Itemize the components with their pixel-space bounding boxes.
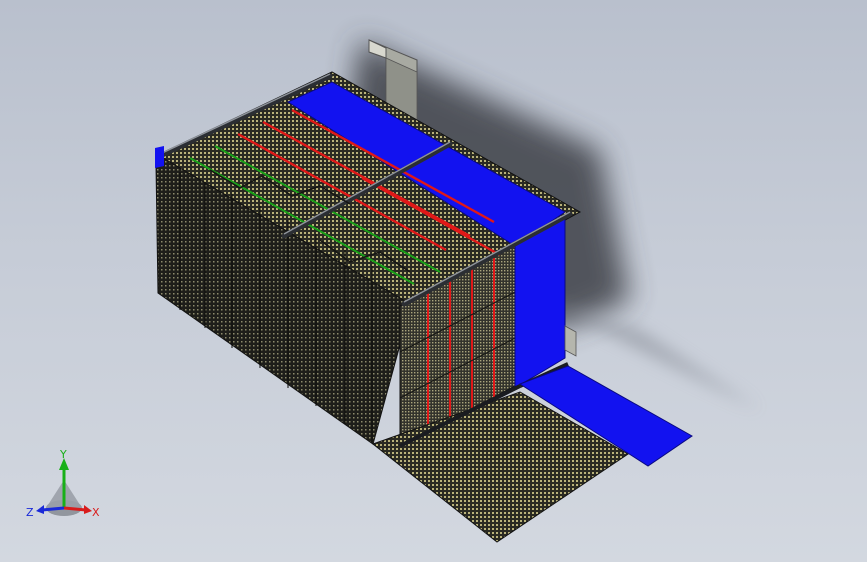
x-axis-label: X	[92, 506, 100, 519]
view-triad[interactable]: Y X Z	[22, 446, 106, 526]
3d-model-view[interactable]	[0, 0, 867, 562]
side-bracket	[564, 325, 577, 357]
z-axis-label: Z	[26, 506, 34, 519]
blue-corner-tab	[155, 146, 164, 168]
graphics-viewport[interactable]: Y X Z	[0, 0, 867, 562]
y-axis-label: Y	[59, 448, 67, 461]
blue-side-panel	[514, 217, 566, 389]
